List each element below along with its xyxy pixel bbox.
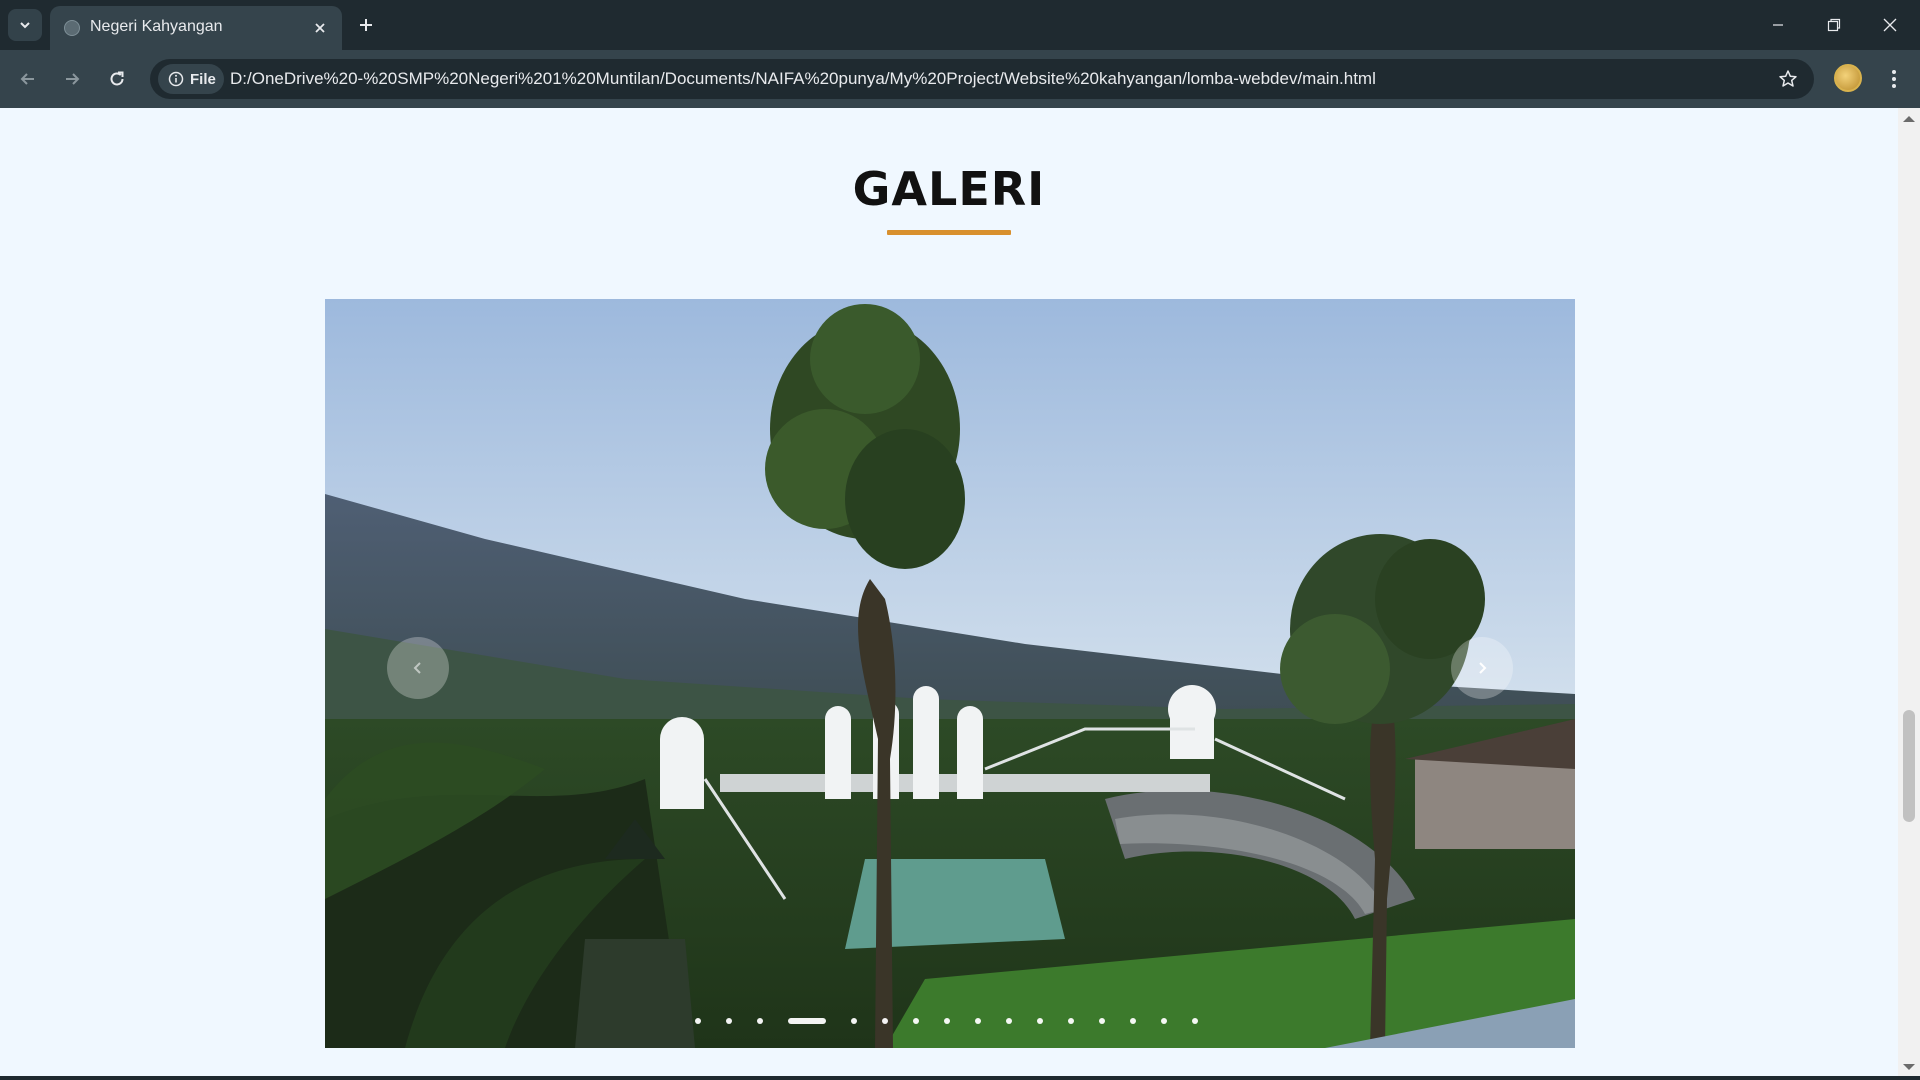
restore-button[interactable] [1806,0,1862,50]
carousel-prev-button[interactable] [387,637,449,699]
reload-button[interactable] [101,63,133,95]
minimize-icon [1773,24,1783,26]
minimize-button[interactable] [1750,0,1806,50]
favicon-icon [64,20,80,36]
tab-strip: Negeri Kahyangan [0,0,1920,50]
carousel-dot[interactable] [1099,1018,1105,1024]
new-tab-button[interactable] [352,11,380,39]
tab-search-button[interactable] [8,9,42,41]
plus-icon [360,19,372,31]
carousel-dot[interactable] [726,1018,732,1024]
arrow-right-icon [66,73,80,85]
carousel-dot[interactable] [1130,1018,1136,1024]
section-title: GALERI [852,162,1046,216]
gallery-photo [325,299,1575,1048]
page-scrollbar[interactable] [1898,108,1920,1076]
carousel-dot[interactable] [882,1018,888,1024]
reload-icon [110,71,124,86]
browser-toolbar: File D:/OneDrive%20-%20SMP%20Negeri%201%… [0,50,1920,108]
carousel-dot[interactable] [851,1018,857,1024]
carousel-dot-active[interactable] [788,1018,826,1024]
close-icon [315,23,325,33]
close-window-button[interactable] [1862,0,1918,50]
window-bottom-edge [0,1076,1920,1080]
scroll-up-arrow[interactable] [1903,116,1915,122]
chevron-left-icon [413,662,421,674]
close-icon [1883,18,1897,32]
chevron-right-icon [1479,662,1487,674]
carousel-dot[interactable] [757,1018,763,1024]
forward-button[interactable] [56,63,88,95]
carousel-dot[interactable] [1192,1018,1198,1024]
address-bar[interactable]: File D:/OneDrive%20-%20SMP%20Negeri%201%… [150,59,1814,99]
site-chip-label: File [190,70,216,88]
carousel-dot[interactable] [944,1018,950,1024]
carousel-dot[interactable] [1161,1018,1167,1024]
url-text[interactable]: D:/OneDrive%20-%20SMP%20Negeri%201%20Mun… [230,69,1376,89]
tab-title: Negeri Kahyangan [90,18,223,35]
profile-avatar[interactable] [1834,64,1862,92]
carousel-dot[interactable] [695,1018,701,1024]
carousel-indicators [325,1018,1575,1024]
browser-tab[interactable]: Negeri Kahyangan [50,6,342,50]
star-icon [1779,70,1797,87]
scroll-down-arrow[interactable] [1903,1064,1915,1070]
tab-close-button[interactable] [308,16,332,40]
browser-menu-button[interactable] [1878,63,1910,95]
gallery-carousel[interactable] [325,299,1575,1048]
carousel-dot[interactable] [1037,1018,1043,1024]
back-button[interactable] [12,63,44,95]
more-vertical-icon [1892,70,1896,88]
title-underline [887,230,1011,235]
bookmark-button[interactable] [1774,65,1802,93]
info-icon [168,71,184,87]
carousel-dot[interactable] [1006,1018,1012,1024]
arrow-left-icon [20,73,34,85]
site-info-chip[interactable]: File [158,64,224,94]
carousel-next-button[interactable] [1451,637,1513,699]
scroll-thumb[interactable] [1903,710,1915,822]
page-viewport: GALERI [0,108,1898,1076]
chevron-down-icon [20,22,30,29]
restore-icon [1827,18,1841,32]
carousel-dot[interactable] [975,1018,981,1024]
carousel-dot[interactable] [1068,1018,1074,1024]
carousel-dot[interactable] [913,1018,919,1024]
